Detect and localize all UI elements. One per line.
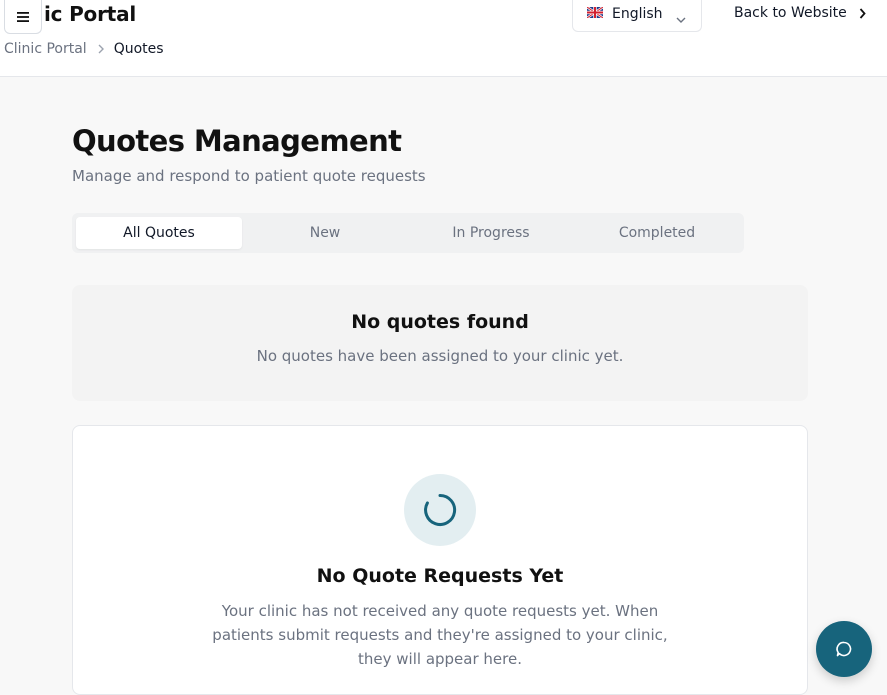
breadcrumb-quotes: Quotes (113, 41, 164, 57)
page-title: Quotes Management (72, 124, 402, 158)
empty-state-text: Your clinic has not received any quote r… (212, 602, 668, 668)
tab-new[interactable]: New (242, 217, 408, 249)
hamburger-icon (17, 11, 29, 22)
breadcrumb-clinic-portal[interactable]: Clinic Portal (4, 41, 87, 57)
back-to-website-link[interactable]: Back to Website (734, 5, 866, 21)
no-quotes-notice: No quotes found No quotes have been assi… (72, 285, 808, 401)
quote-status-tabs: All Quotes New In Progress Completed (72, 213, 744, 253)
chat-bubble-icon (836, 641, 852, 657)
app-title: ic Portal (44, 2, 137, 26)
uk-flag-icon (587, 7, 603, 18)
language-select[interactable]: English (572, 0, 702, 32)
chevron-right-icon (98, 44, 104, 54)
tab-in-progress[interactable]: In Progress (408, 217, 574, 249)
menu-button[interactable] (4, 0, 42, 34)
breadcrumb: Clinic Portal Quotes (4, 41, 164, 57)
back-to-website-label: Back to Website (734, 5, 847, 21)
chevron-right-icon (859, 7, 866, 19)
tab-completed[interactable]: Completed (574, 217, 740, 249)
empty-state-card: No Quote Requests Yet Your clinic has no… (72, 425, 808, 695)
no-quotes-text: No quotes have been assigned to your cli… (256, 347, 624, 365)
tab-all-quotes[interactable]: All Quotes (76, 217, 242, 249)
loading-spinner-icon (424, 493, 457, 526)
spinner-badge (404, 474, 476, 546)
top-bar: ic Portal Clinic Portal Quotes English B… (0, 0, 887, 77)
chat-button[interactable] (816, 621, 872, 677)
page-subtitle: Manage and respond to patient quote requ… (72, 167, 426, 185)
empty-state-title: No Quote Requests Yet (316, 565, 564, 587)
chevron-down-icon (676, 8, 686, 27)
language-label: English (612, 6, 663, 22)
no-quotes-title: No quotes found (351, 311, 529, 333)
